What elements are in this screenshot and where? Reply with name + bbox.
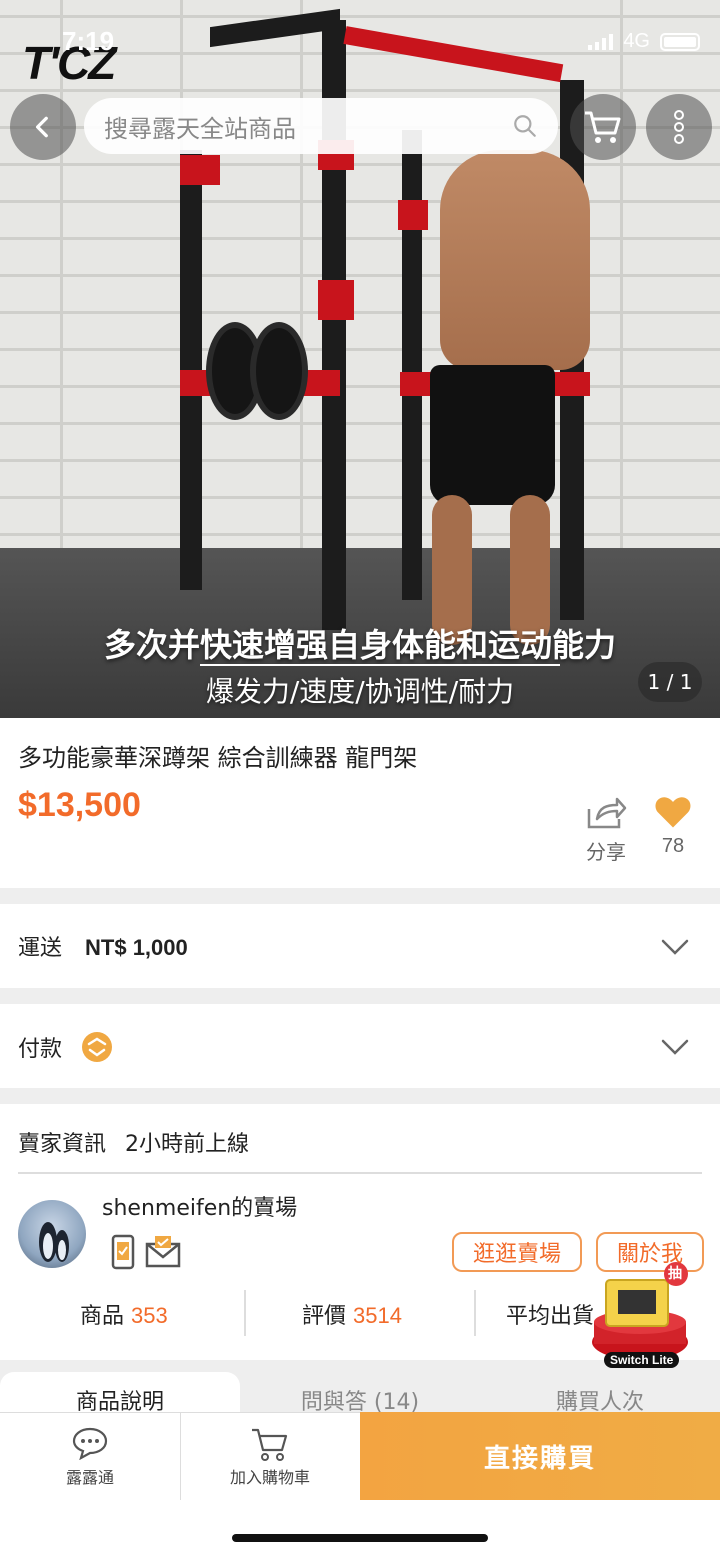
search-icon[interactable] — [512, 113, 538, 139]
share-button[interactable]: 分享 — [580, 795, 632, 865]
pullup-bar — [343, 26, 564, 83]
buy-now-button[interactable]: 直接購買 — [360, 1412, 720, 1500]
cart-icon — [585, 111, 621, 143]
chat-label: 露露通 — [65, 1468, 114, 1487]
add-to-cart-button[interactable]: 加入購物車 — [180, 1413, 360, 1501]
stat-value: 3514 — [353, 1303, 402, 1328]
rack-hook — [318, 280, 354, 320]
divider — [18, 1172, 702, 1174]
divider — [244, 1290, 246, 1336]
rack-hook — [180, 155, 220, 185]
image-caption-sub: 爆发力/速度/协调性/耐力 — [205, 675, 515, 708]
wall-decor — [620, 0, 623, 548]
network-label: 4G — [623, 30, 650, 52]
chevron-down-icon[interactable] — [660, 1032, 690, 1062]
search-input[interactable]: 搜尋露天全站商品 — [84, 98, 558, 154]
heart-icon — [655, 797, 691, 828]
rack-beam — [210, 8, 340, 48]
divider — [474, 1290, 476, 1336]
status-time: 7:19 — [62, 26, 115, 56]
seller-header: 賣家資訊 2小時前上線 — [18, 1126, 249, 1158]
tab-description[interactable]: 商品說明 — [0, 1372, 240, 1416]
chevron-down-icon[interactable] — [660, 932, 690, 962]
stat-reviews[interactable]: 評價 3514 — [302, 1298, 402, 1330]
signal-icon — [588, 33, 614, 50]
more-vertical-icon — [674, 110, 684, 144]
share-label: 分享 — [586, 840, 626, 864]
promo-badge-label: 抽 — [668, 1266, 682, 1282]
image-page-indicator: 1 / 1 — [638, 662, 702, 702]
stat-label: 評價 — [302, 1304, 347, 1329]
back-button[interactable] — [10, 94, 76, 160]
cart-button[interactable] — [570, 94, 636, 160]
person — [440, 150, 590, 370]
stat-label: 平均出貨 — [506, 1304, 595, 1329]
image-caption-main: 多次并快速增强自身体能和运动能力 — [103, 626, 616, 664]
promo-badge[interactable]: 抽 Switch Lite — [590, 1262, 694, 1372]
shipping-info: 運送 NT$ 1,000 — [18, 930, 188, 962]
search-placeholder: 搜尋露天全站商品 — [104, 114, 296, 143]
detail-tabs: 商品說明 問與答 (14) 購買人次 — [0, 1372, 720, 1416]
tab-buyers[interactable]: 購買人次 — [480, 1372, 720, 1416]
chat-button[interactable]: 露露通 — [0, 1413, 180, 1501]
payment-method-icon — [82, 1032, 113, 1062]
add-to-cart-label: 加入購物車 — [229, 1468, 310, 1487]
shipping-value: NT$ 1,000 — [85, 935, 188, 960]
seller-header-label: 賣家資訊 — [18, 1132, 107, 1157]
caption-divider — [200, 664, 560, 666]
weight-plate — [250, 322, 308, 420]
penguin-avatar-icon — [39, 1222, 69, 1262]
home-indicator-area — [0, 1500, 720, 1558]
status-indicators: 4G — [588, 30, 700, 53]
payment-label: 付款 — [18, 1037, 63, 1062]
visit-shop-button[interactable]: 逛逛賣場 — [452, 1232, 582, 1272]
cart-icon — [252, 1428, 288, 1461]
promo-caption: Switch Lite — [604, 1352, 680, 1368]
seller-avatar[interactable] — [18, 1200, 86, 1268]
seller-shop-name[interactable]: shenmeifen的賣場 — [102, 1190, 297, 1222]
stat-avg-shipping[interactable]: 平均出貨 — [506, 1298, 594, 1330]
home-indicator[interactable] — [232, 1534, 488, 1542]
product-price: $13,500 — [18, 786, 141, 824]
product-title: 多功能豪華深蹲架 綜合訓練器 龍門架 — [18, 744, 418, 772]
chevron-left-icon — [35, 116, 48, 138]
rack-hook — [398, 200, 428, 230]
stat-value: 353 — [131, 1303, 168, 1328]
phone-verified-icon — [111, 1234, 135, 1270]
shipping-label: 運送 — [18, 936, 63, 961]
favorite-count: 78 — [661, 835, 685, 857]
stat-products[interactable]: 商品 353 — [80, 1298, 168, 1330]
share-icon — [587, 797, 627, 829]
stat-label: 商品 — [80, 1304, 125, 1329]
email-verified-icon — [145, 1236, 181, 1268]
battery-icon — [660, 32, 700, 51]
tab-qa[interactable]: 問與答 (14) — [240, 1372, 480, 1416]
person — [430, 365, 555, 505]
favorite-button[interactable]: 78 — [650, 795, 696, 858]
chat-bubble-icon — [72, 1427, 108, 1460]
payment-info: 付款 — [18, 1030, 114, 1064]
seller-online-status: 2小時前上線 — [125, 1132, 250, 1157]
wall-decor — [300, 0, 303, 548]
more-menu-button[interactable] — [646, 94, 712, 160]
